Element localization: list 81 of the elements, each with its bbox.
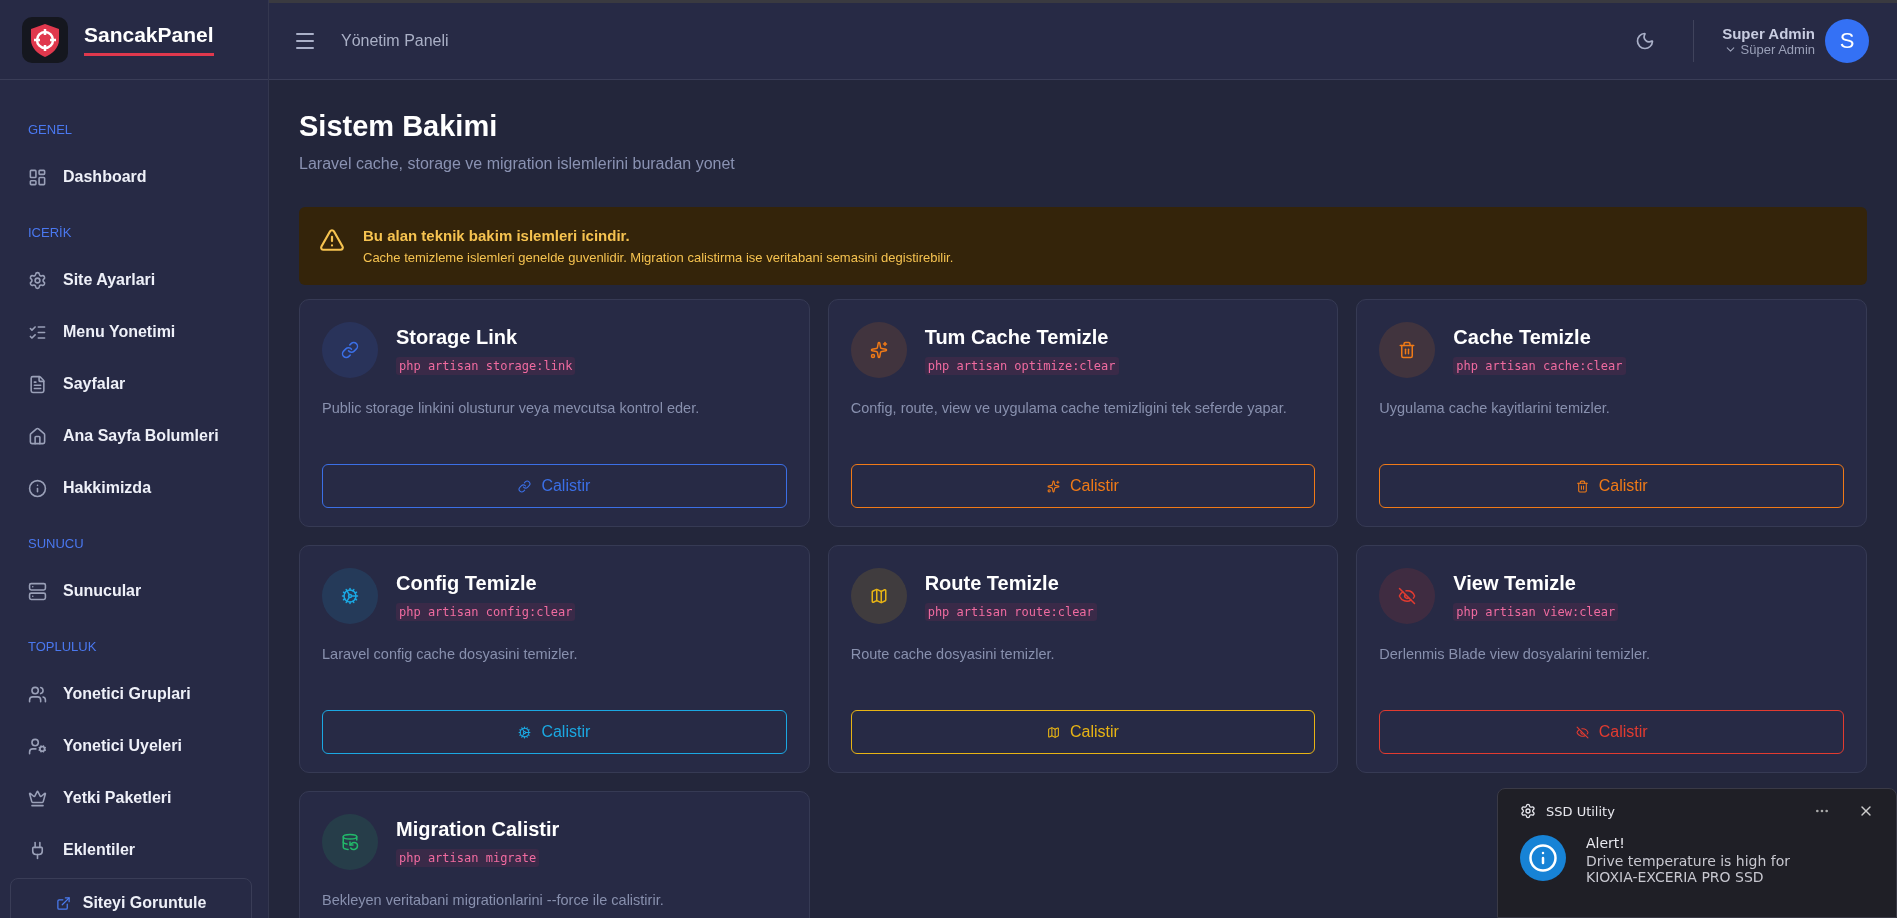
alert-text: Cache temizleme islemleri genelde guvenlidir. Migration calistirma ise veritabani semasini degistirebilir. [363,250,954,265]
card-description: Route cache dosyasini temizler. [850,646,1056,664]
sparkles-icon [869,341,888,359]
card-description: Laravel config cache dosyasini temizler. [322,646,579,664]
home-icon [28,426,47,446]
user-avatar[interactable]: S [1825,19,1869,63]
file-icon [28,374,47,394]
run-button[interactable]: Calistir [850,464,1316,508]
link-icon [518,479,532,493]
sidebar-item[interactable]: Yonetici Uyeleri [0,720,268,772]
command-code: php artisan view:clear [1453,602,1619,621]
info-icon [28,478,47,498]
info-icon [1520,835,1566,881]
users-icon [28,684,47,704]
external-link-icon [55,895,71,911]
section-label: GENEL [27,121,74,139]
crown-icon [28,788,47,808]
toast-title: Alert! [1586,835,1626,851]
link-icon [341,341,359,359]
card-title: Tum Cache Temizle [924,325,1110,349]
brand-name: SancakPanel [84,23,214,56]
card-title: Cache Temizle [1453,325,1592,349]
sidebar-item[interactable]: Sunucular [0,565,268,617]
sidebar-item[interactable]: Site Ayarlari [0,254,268,306]
gear-icon [1520,803,1536,819]
command-code: php artisan config:clear [396,602,576,621]
header-title: Yönetim Paneli [341,32,450,50]
sidebar-item[interactable]: Sayfalar [0,358,268,410]
server-icon [28,581,47,601]
warning-icon [319,227,345,253]
card-title: Migration Calistir [396,817,560,841]
command-code: php artisan cache:clear [1453,356,1626,375]
sidebar-item[interactable]: Dashboard [0,151,268,203]
card-description: Derlenmis Blade view dosyalarini temizler. [1379,646,1652,664]
run-button[interactable]: Calistir [322,710,787,754]
card-title: Route Temizle [924,571,1060,595]
section-label: TOPLULUK [27,638,98,656]
page-subtitle: Laravel cache, storage ve migration islemlerini buradan yonet [299,155,736,173]
trash-icon [1398,341,1417,359]
user-icon [28,736,47,756]
sidebar-item[interactable]: Yetki Paketleri [0,772,268,824]
settings-icon [28,270,47,290]
map-icon [1047,725,1061,739]
gear-icon [518,725,532,739]
trash-icon [1575,479,1589,493]
section-label: ICERİK [27,224,73,242]
gear-icon [341,587,359,605]
toast-text: Drive temperature is high for KIOXIA-EXCERIA PRO SSD [1586,853,1792,885]
sidebar-item[interactable]: Ana Sayfa Bolumleri [0,410,268,462]
dashboard-icon [28,167,47,187]
card-title: Config Temizle [396,571,538,595]
command-code: php artisan migrate [396,848,540,867]
alert-title: Bu alan teknik bakim islemleri icindir. [363,227,631,244]
eye-off-icon [1398,587,1417,605]
eye-off-icon [1575,725,1589,739]
sidebar-item[interactable]: Eklentiler [0,824,268,876]
sidebar-item[interactable]: Menu Yonetimi [0,306,268,358]
command-code: php artisan route:clear [924,602,1097,621]
toast-app-name: SSD Utility [1546,803,1616,819]
command-code: php artisan optimize:clear [924,356,1119,375]
run-button[interactable]: Calistir [850,710,1316,754]
card-description: Config, route, view ve uygulama cache temizligini tek seferde yapar. [850,400,1288,418]
card-description: Public storage linkini olusturur veya mevcutsa kontrol eder. [322,400,701,418]
shield-logo-icon [22,16,68,63]
moon-icon[interactable] [1635,31,1656,51]
card-title: Storage Link [396,325,519,349]
sidebar-item[interactable]: Yonetici Gruplari [0,668,268,720]
card-description: Bekleyen veritabani migrationlarini --force ile calistirir. [322,892,665,910]
user-name: Super Admin [1722,25,1815,42]
card-title: View Temizle [1453,571,1577,595]
sidebar-item[interactable]: Hakkimizda [0,462,268,514]
section-label: SUNUCU [27,535,85,553]
user-role[interactable]: Süper Admin [1723,42,1815,57]
view-site-link[interactable]: Siteyi Goruntule [10,878,252,918]
card-description: Uygulama cache kayitlarini temizler. [1379,400,1611,418]
database-icon [341,833,359,851]
command-code: php artisan storage:link [396,356,576,375]
run-button[interactable]: Calistir [1379,464,1844,508]
page-title: Sistem Bakimi [299,110,499,143]
map-icon [869,587,888,605]
sparkles-icon [1047,479,1061,493]
